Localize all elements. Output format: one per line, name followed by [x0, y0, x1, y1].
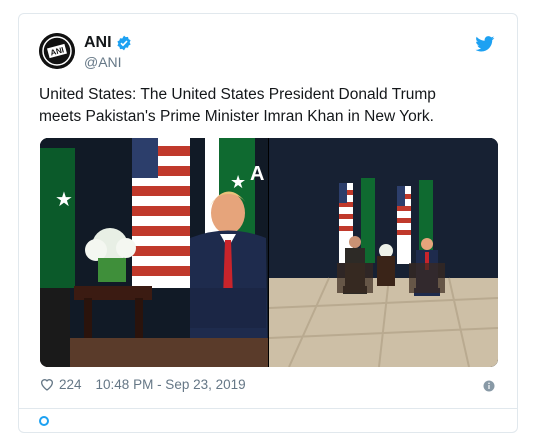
author-handle[interactable]: @ANI: [84, 54, 122, 70]
media-image-right[interactable]: [268, 138, 498, 367]
display-name[interactable]: ANI: [84, 34, 112, 52]
avatar[interactable]: ANI: [39, 33, 75, 69]
tweet-media[interactable]: ★ ★ A: [40, 138, 498, 367]
tweet-text: United States: The United States Preside…: [39, 86, 436, 125]
twitter-bird-icon[interactable]: [475, 36, 495, 52]
heart-icon[interactable]: [39, 376, 55, 392]
tweet-card: ANI ANI @ANI United States: The United S…: [18, 13, 518, 433]
ani-logo: ANI: [39, 33, 75, 69]
svg-text:★: ★: [230, 172, 246, 193]
tweet-footer: 224 10:48 PM - Sep 23, 2019: [39, 376, 246, 392]
info-icon[interactable]: [483, 380, 495, 392]
tweet-timestamp[interactable]: 10:48 PM - Sep 23, 2019: [96, 377, 246, 392]
divider: [19, 408, 517, 409]
svg-text:★: ★: [55, 187, 73, 211]
media-image-left[interactable]: ★ ★ A: [40, 138, 268, 367]
like-count[interactable]: 224: [59, 377, 82, 392]
verified-badge-icon: [116, 35, 132, 51]
author-name-row: ANI: [84, 34, 132, 52]
media-overlay-text: A: [250, 163, 264, 185]
reply-icon[interactable]: [39, 416, 49, 426]
